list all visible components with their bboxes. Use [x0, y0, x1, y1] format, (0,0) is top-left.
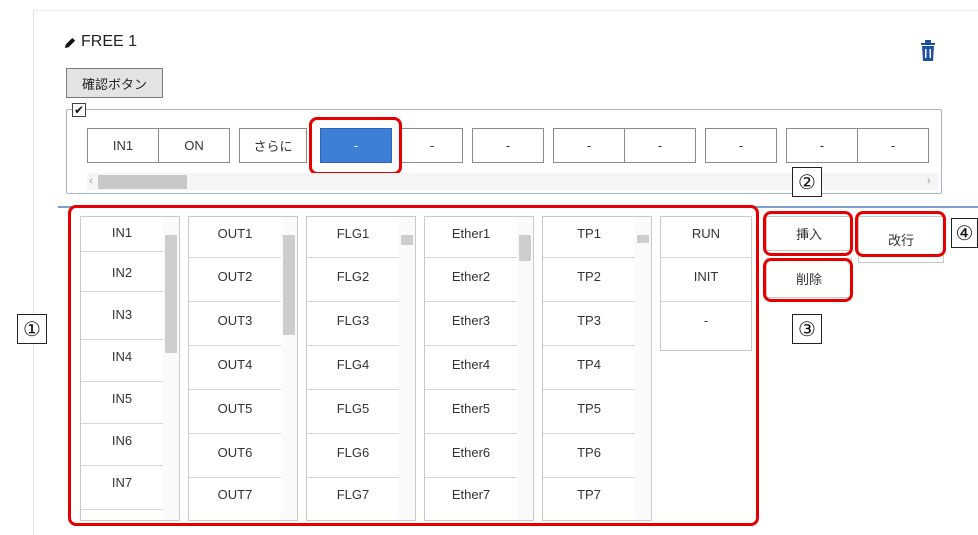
panel-checkbox[interactable]: ✔ — [72, 103, 86, 117]
slot-on[interactable]: ON — [158, 128, 230, 163]
panel-title-text: FREE 1 — [81, 33, 138, 50]
annotation-lists — [68, 205, 759, 526]
panel-title: FREE 1 — [64, 33, 137, 51]
slot-7[interactable]: - — [553, 128, 625, 163]
slot-8[interactable]: - — [624, 128, 696, 163]
slot-5[interactable]: - — [401, 128, 463, 163]
horizontal-scroll-thumb[interactable] — [98, 175, 187, 189]
slot-6[interactable]: - — [472, 128, 544, 163]
slot-sarani[interactable]: さらに — [239, 128, 307, 163]
confirm-button[interactable]: 確認ボタン — [66, 68, 163, 98]
scroll-left-icon[interactable]: ‹ — [89, 175, 93, 187]
scroll-right-icon[interactable]: › — [927, 175, 931, 187]
callout-1: ① — [17, 314, 47, 344]
trash-icon[interactable] — [919, 40, 937, 62]
annotation-insert — [763, 211, 853, 256]
callout-4: ④ — [951, 218, 978, 248]
annotation-selected-slot — [309, 117, 402, 175]
slot-10[interactable]: - — [786, 128, 858, 163]
callout-3: ③ — [792, 314, 822, 344]
slot-in1[interactable]: IN1 — [87, 128, 159, 163]
slot-9[interactable]: - — [705, 128, 777, 163]
pencil-icon — [64, 37, 76, 48]
annotation-newline — [855, 211, 946, 257]
annotation-delete — [763, 258, 853, 302]
slot-11[interactable]: - — [857, 128, 929, 163]
callout-2: ② — [792, 167, 822, 197]
